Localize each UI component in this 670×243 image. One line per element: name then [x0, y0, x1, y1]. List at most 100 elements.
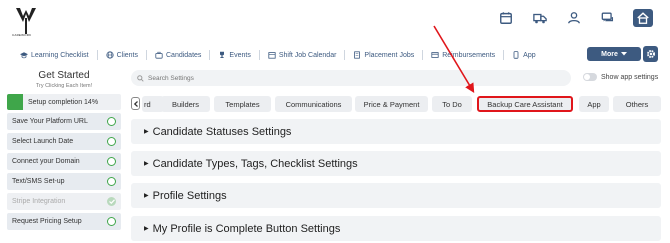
sidebar-item-label: Save Your Platform URL	[12, 118, 88, 125]
nav-item-label: Clients	[116, 51, 138, 59]
section-title: Profile Settings	[152, 189, 227, 202]
tab-label: Communications	[285, 99, 342, 109]
chat-icon[interactable]	[599, 9, 617, 27]
nav-events[interactable]: Events	[210, 51, 258, 59]
show-app-settings-toggle[interactable]	[583, 73, 597, 81]
sidebar-item-select-launch-date[interactable]: Select Launch Date	[7, 133, 121, 150]
settings-button[interactable]	[643, 46, 658, 62]
circle-icon	[107, 177, 116, 186]
nav-app[interactable]: App	[504, 51, 543, 59]
circle-icon	[107, 117, 116, 126]
nav-item-label: Learning Checklist	[31, 51, 89, 59]
search-icon	[137, 74, 144, 82]
main-nav: Learning Checklist Clients Candidates Ev…	[0, 46, 670, 64]
nav-learning-checklist[interactable]: Learning Checklist	[12, 51, 97, 59]
search-input[interactable]	[148, 74, 448, 82]
sidebar-item-stripe-integration[interactable]: Stripe Integration	[7, 193, 121, 210]
get-started-sidebar: Get Started Try Clicking Each Item! Setu…	[7, 68, 121, 230]
building-icon	[354, 51, 361, 59]
circle-icon	[107, 157, 116, 166]
sidebar-title: Get Started	[38, 70, 90, 81]
nav-candidates[interactable]: Candidates	[147, 51, 209, 59]
circle-icon	[107, 137, 116, 146]
nav-placement-jobs[interactable]: Placement Jobs	[345, 51, 422, 59]
tab-price-payment[interactable]: Price & Payment	[355, 96, 428, 112]
brand-logo	[16, 8, 36, 34]
section-title: Candidate Types, Tags, Checklist Setting…	[152, 157, 358, 170]
nav-item-label: Reimbursements	[442, 51, 496, 59]
caret-right-icon: ▶	[144, 161, 149, 167]
section-profile-settings[interactable]: ▶ Profile Settings	[131, 183, 661, 208]
sidebar-item-label: Text/SMS Set-up	[12, 178, 65, 185]
sidebar-item-connect-domain[interactable]: Connect your Domain	[7, 153, 121, 170]
show-app-settings-label: Show app settings	[601, 73, 659, 81]
tab-label: Builders	[171, 99, 200, 109]
sidebar-item-text-sms-setup[interactable]: Text/SMS Set-up	[7, 173, 121, 190]
nav-reimbursements[interactable]: Reimbursements	[423, 51, 503, 59]
chevron-down-icon	[620, 52, 627, 56]
search-bar[interactable]	[131, 70, 571, 86]
more-button[interactable]: More	[587, 47, 641, 61]
trophy-icon	[220, 51, 225, 58]
setup-progress-fill	[7, 94, 23, 110]
tab-app[interactable]: App	[579, 96, 609, 112]
truck-icon[interactable]	[531, 9, 549, 27]
nav-item-label: Candidates	[166, 51, 202, 59]
brand-logo-text: CAREWORK	[12, 33, 32, 37]
tab-label: rd	[144, 99, 151, 109]
tab-communications[interactable]: Communications	[275, 96, 352, 112]
tab-label: App	[587, 99, 601, 109]
nav-shift-job-calendar[interactable]: Shift Job Calendar	[260, 51, 345, 59]
globe-icon	[105, 51, 114, 59]
nav-item-label: Placement Jobs	[364, 51, 415, 59]
setup-progress-bar: Setup completion 14%	[7, 94, 121, 110]
circle-icon	[107, 217, 116, 226]
tab-templates[interactable]: Templates	[214, 96, 271, 112]
setup-progress-label: Setup completion 14%	[28, 98, 99, 106]
tab-builders[interactable]: Builders	[161, 96, 210, 112]
users-icon[interactable]	[565, 9, 583, 27]
nav-clients[interactable]: Clients	[98, 51, 146, 59]
chevron-left-icon	[133, 100, 138, 107]
phone-icon	[513, 51, 519, 59]
sidebar-item-label: Stripe Integration	[12, 198, 66, 205]
more-button-label: More	[601, 50, 618, 58]
calendar-icon	[268, 52, 276, 59]
graduation-icon	[20, 52, 28, 59]
sidebar-item-save-platform-url[interactable]: Save Your Platform URL	[7, 113, 121, 130]
tab-label: Backup Care Assistant	[487, 99, 563, 109]
home-icon[interactable]	[633, 9, 653, 27]
check-circle-icon	[107, 197, 116, 206]
show-app-settings[interactable]: Show app settings	[583, 73, 658, 81]
tab-to-do[interactable]: To Do	[432, 96, 472, 112]
tabs-scroll-left-button[interactable]	[131, 97, 140, 110]
nav-item-label: Events	[229, 51, 251, 59]
nav-item-label: App	[523, 51, 536, 59]
sidebar-subtitle: Try Clicking Each Item!	[35, 83, 93, 89]
caret-right-icon: ▶	[144, 193, 149, 199]
top-toolbar	[497, 9, 653, 27]
caret-right-icon: ▶	[144, 129, 149, 135]
briefcase-icon	[155, 51, 163, 59]
settings-tabs: rd Builders Templates Communications Pri…	[131, 96, 661, 112]
nav-item-label: Shift Job Calendar	[278, 51, 337, 59]
section-my-profile-complete[interactable]: ▶ My Profile is Complete Button Settings	[131, 216, 661, 241]
tab-label: Price & Payment	[363, 99, 420, 109]
section-candidate-statuses[interactable]: ▶ Candidate Statuses Settings	[131, 119, 661, 144]
section-title: My Profile is Complete Button Settings	[152, 222, 341, 235]
tab-label: To Do	[442, 99, 462, 109]
section-title: Candidate Statuses Settings	[152, 125, 292, 138]
tab-label: Others	[625, 99, 649, 109]
receipt-icon	[431, 52, 439, 58]
sidebar-item-label: Request Pricing Setup	[12, 218, 82, 225]
calendar-icon[interactable]	[497, 9, 515, 27]
sidebar-item-label: Connect your Domain	[12, 158, 80, 165]
section-candidate-types[interactable]: ▶ Candidate Types, Tags, Checklist Setti…	[131, 151, 661, 176]
caret-right-icon: ▶	[144, 226, 149, 232]
gear-icon	[646, 50, 655, 58]
tab-others[interactable]: Others	[613, 96, 661, 112]
tab-backup-care-assistant[interactable]: Backup Care Assistant	[477, 96, 573, 112]
sidebar-item-label: Select Launch Date	[12, 138, 74, 145]
sidebar-item-request-pricing-setup[interactable]: Request Pricing Setup	[7, 213, 121, 230]
tab-label: Templates	[225, 99, 260, 109]
